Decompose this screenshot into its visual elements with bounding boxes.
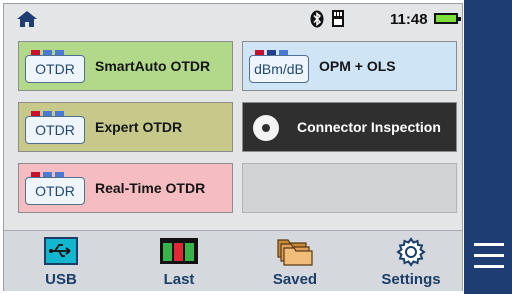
usb-icon [44,237,78,265]
home-icon[interactable] [16,10,38,28]
tile-smartauto-otdr[interactable]: OTDR SmartAuto OTDR [18,41,233,91]
status-bar: 11:48 [4,4,462,32]
nav-usb-button[interactable]: USB [16,231,106,291]
power-meter-file-icon: dBm/dB [249,50,309,84]
tile-label: Expert OTDR [95,119,183,135]
otdr-file-icon: OTDR [25,111,85,145]
otdr-badge: OTDR [25,55,85,83]
bluetooth-icon [310,10,324,28]
sd-card-icon [332,10,344,27]
tile-connector-inspection[interactable]: Connector Inspection [242,102,457,152]
tile-real-time-otdr[interactable]: OTDR Real-Time OTDR [18,163,233,213]
tile-label: OPM + OLS [319,58,396,74]
tile-opm-ols[interactable]: dBm/dB OPM + OLS [242,41,457,91]
gear-icon [396,237,426,267]
nav-label: Saved [272,271,318,288]
nav-last-button[interactable]: Last [134,231,224,291]
dbm-badge: dBm/dB [249,55,309,83]
otdr-file-icon: OTDR [25,50,85,84]
tile-label: Real-Time OTDR [95,180,206,196]
nav-saved-button[interactable]: Saved [250,231,340,291]
nav-label: Last [163,271,195,288]
clock: 11:48 [390,11,428,28]
tile-expert-otdr[interactable]: OTDR Expert OTDR [18,102,233,152]
folders-icon [277,239,313,266]
bottom-nav-bar: USB Last Saved Settings [4,230,462,291]
nav-label: USB [45,271,77,288]
otdr-badge: OTDR [25,177,85,205]
battery-icon [434,13,461,24]
nav-settings-button[interactable]: Settings [366,231,456,291]
device-screen: 11:48 OTDR SmartAuto OTDR dBm/dB OPM + O… [0,0,512,294]
tile-empty-slot [242,163,457,213]
tile-label: Connector Inspection [297,119,441,135]
fiber-connector-icon [253,115,279,141]
otdr-badge: OTDR [25,116,85,144]
nav-label: Settings [381,271,441,288]
last-results-icon [160,238,198,264]
main-screen: 11:48 OTDR SmartAuto OTDR dBm/dB OPM + O… [3,3,463,291]
side-menu-button[interactable] [464,0,512,294]
tile-label: SmartAuto OTDR [95,58,211,74]
otdr-file-icon: OTDR [25,172,85,206]
